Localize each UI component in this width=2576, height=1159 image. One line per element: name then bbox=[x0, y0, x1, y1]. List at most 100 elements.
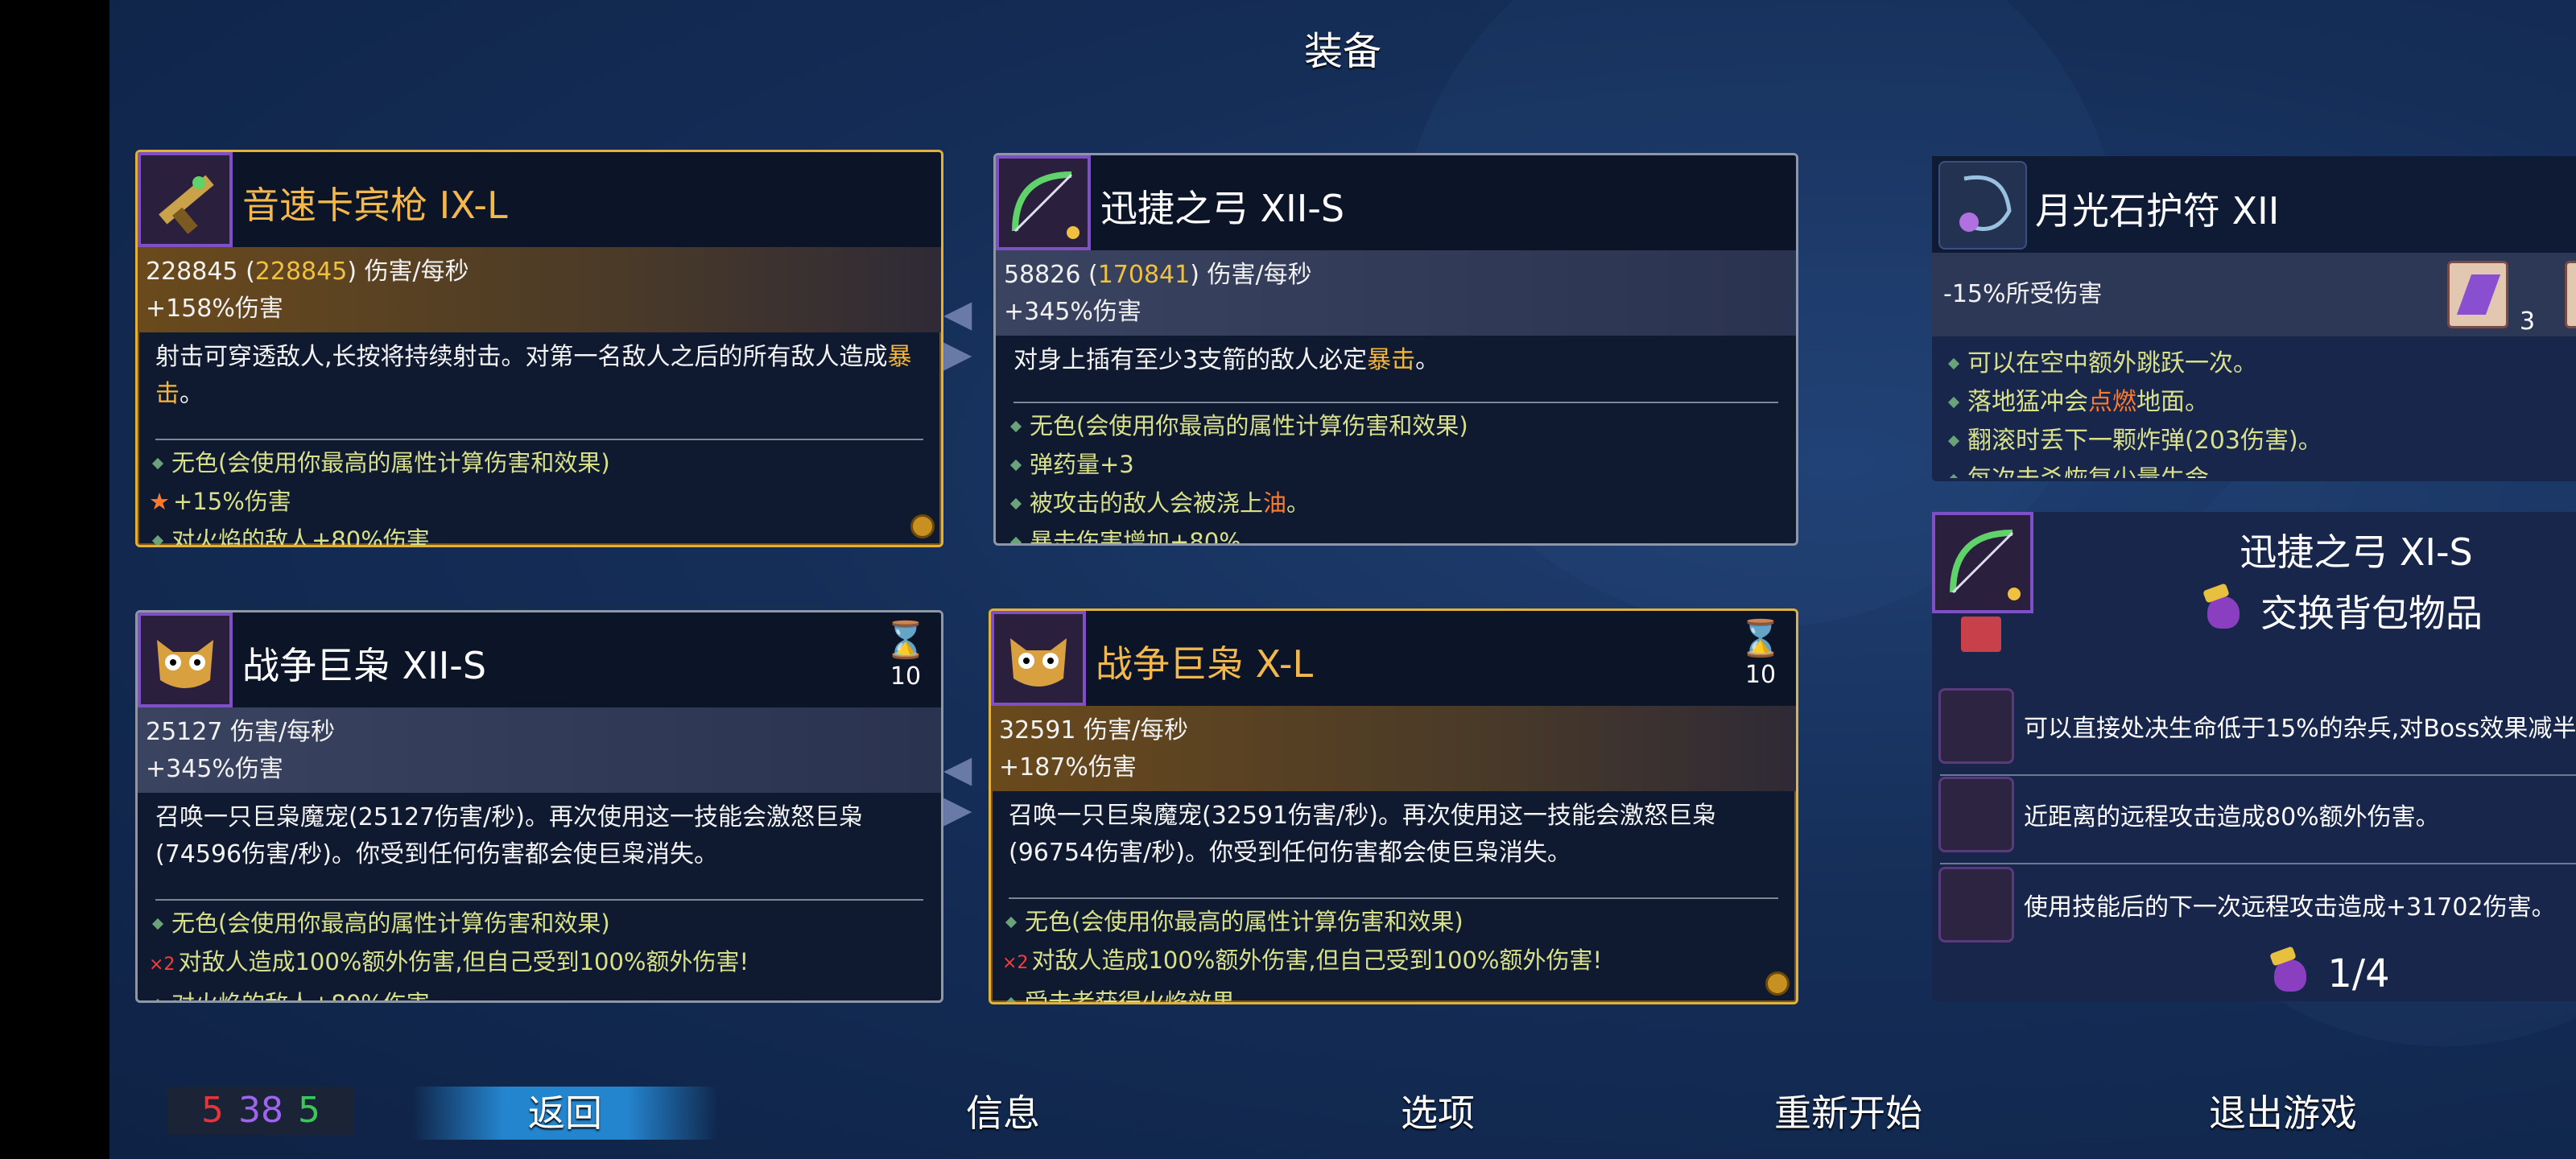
skill-description: 召唤一只巨枭魔宠(32591伤害/秒)。再次使用这一技能会激怒巨枭 (96754… bbox=[1009, 798, 1788, 872]
amulet-modifiers: 可以在空中额外跳跃一次。 落地猛冲会点燃地面。 翻滚时丢下一颗炸弹(203伤害)… bbox=[1947, 344, 2322, 478]
quit-button[interactable]: 退出游戏 bbox=[2154, 1087, 2412, 1140]
damage-bonus: +345%伤害 bbox=[146, 755, 283, 783]
bullet-icon bbox=[1005, 916, 1018, 929]
weapon-card-secondary[interactable]: 迅捷之弓 XII-S 58826 (170841) 伤害/每秒 +345%伤害 … bbox=[993, 153, 1798, 546]
modifier: 翻滚时丢下一颗炸弹(203伤害)。 bbox=[1967, 427, 2322, 455]
weapon-description: 对身上插有至少3支箭的敌人必定暴击。 bbox=[1013, 342, 1788, 379]
backpack-skill-row: 使用技能后的下一次远程攻击造成+31702伤害。 bbox=[1932, 860, 2576, 950]
weapon-title: 迅捷之弓 XII-S bbox=[1100, 187, 1345, 230]
skill-card-secondary[interactable]: 战争巨枭 X-L ⌛ 10 32591 伤害/每秒 +187%伤害 召唤一只巨枭… bbox=[989, 608, 1798, 1004]
damage-bonus: +158%伤害 bbox=[146, 295, 283, 323]
legendary-gem-icon bbox=[1765, 971, 1790, 996]
description-text: 对身上插有至少3支箭的敌人必定 bbox=[1013, 346, 1368, 374]
amulet-icon bbox=[1938, 161, 2027, 250]
backpack-skill-row: 可以直接处决生命低于15%的杂兵,对Boss效果减半。 bbox=[1932, 681, 2576, 771]
weapon-card-primary[interactable]: 音速卡宾枪 IX-L 228845 (228845) 伤害/每秒 +158%伤害… bbox=[135, 150, 943, 547]
weapon-stats: 228845 (228845) 伤害/每秒 +158%伤害 bbox=[138, 247, 941, 332]
amulet-card[interactable]: 月光石护符 XII -15%所受伤害 3 1 可以在空中额外跳跃一次。 落地猛冲… bbox=[1932, 156, 2576, 481]
arrow-left-icon: ◀ bbox=[943, 291, 972, 335]
skill-stats: 32591 伤害/每秒 +187%伤害 bbox=[991, 706, 1796, 791]
bow-icon bbox=[996, 155, 1091, 250]
bullet-icon bbox=[151, 457, 164, 470]
backpack-count-text: 1/4 bbox=[2327, 951, 2390, 996]
hourglass-icon: ⌛ bbox=[1738, 618, 1783, 659]
bullet-icon bbox=[1009, 536, 1022, 543]
description-line: (96754伤害/秒)。你受到任何伤害都会使巨枭消失。 bbox=[1009, 839, 1571, 867]
dps-unit: 伤害/每秒 bbox=[1207, 261, 1312, 289]
dps-max-value: 170841 bbox=[1097, 261, 1191, 289]
carbine-icon bbox=[138, 152, 233, 247]
skill-description: 召唤一只巨枭魔宠(25127伤害/秒)。再次使用这一技能会激怒巨枭 (74596… bbox=[155, 799, 933, 873]
bullet-icon bbox=[1005, 996, 1018, 1002]
modifier: 被攻击的敌人会被浇上 bbox=[1030, 489, 1264, 517]
modifier: 可以在空中额外跳跃一次。 bbox=[1967, 349, 2257, 377]
bullet-icon bbox=[151, 998, 164, 1000]
amulet-stat-text: -15%所受伤害 bbox=[1943, 280, 2103, 308]
scroll-stats: 5 38 5 bbox=[167, 1087, 354, 1135]
crit-keyword: 暴击 bbox=[1367, 346, 1416, 374]
description-end: 。 bbox=[180, 380, 204, 408]
weapon-description: 射击可穿透敌人,长按将持续射击。对第一名敌人之后的所有敌人造成暴击。 bbox=[155, 339, 933, 413]
bullet-icon bbox=[151, 918, 164, 930]
options-button[interactable]: 选项 bbox=[1317, 1087, 1558, 1140]
modifier: 对火焰的敌人+80%伤害 bbox=[171, 526, 430, 547]
backpack-skill-text: 近距离的远程攻击造成80%额外伤害。 bbox=[2024, 803, 2440, 831]
scroll-survival-icon bbox=[2565, 261, 2576, 328]
survival-stat: 5 bbox=[298, 1090, 320, 1131]
dps-value: 32591 bbox=[999, 716, 1076, 744]
scroll-tactics-icon bbox=[2447, 261, 2508, 328]
back-button[interactable]: 返回 bbox=[412, 1087, 718, 1140]
ignite-keyword: 点燃 bbox=[2088, 388, 2136, 416]
close-range-icon bbox=[1938, 777, 2014, 852]
bullet-icon bbox=[1947, 396, 1960, 409]
description-text: 射击可穿透敌人,长按将持续射击。对第一名敌人之后的所有敌人造成 bbox=[155, 343, 888, 371]
bullet-icon bbox=[1009, 497, 1022, 510]
amulet-stat: -15%所受伤害 3 1 bbox=[1932, 253, 2576, 336]
fist-icon bbox=[2269, 950, 2313, 998]
divider bbox=[155, 899, 923, 901]
double-damage-icon: ×2 bbox=[1002, 953, 1029, 973]
hourglass-icon: ⌛ bbox=[883, 620, 928, 661]
dps-value: 25127 bbox=[146, 718, 223, 746]
swap-arrows[interactable]: ◀ ▶ bbox=[943, 293, 1000, 373]
cooldown: ⌛ 10 bbox=[881, 619, 930, 691]
owl-icon bbox=[138, 612, 233, 707]
swap-backpack-button[interactable]: 交换背包物品 bbox=[2202, 584, 2483, 637]
star-icon: ★ bbox=[149, 488, 170, 515]
modifier: 对敌人造成100%额外伤害,但自己受到100%额外伤害! bbox=[1031, 947, 1603, 974]
info-button[interactable]: 信息 bbox=[882, 1087, 1124, 1140]
damage-bonus: +187%伤害 bbox=[999, 753, 1137, 782]
dps-unit: 伤害/每秒 bbox=[364, 258, 469, 286]
dps-max-value: 228845 bbox=[254, 258, 348, 286]
divider bbox=[1013, 402, 1778, 403]
tactics-stat: 38 bbox=[238, 1090, 283, 1131]
modifier: 地面。 bbox=[2136, 388, 2209, 416]
backpack-skill-text: 使用技能后的下一次远程攻击造成+31702伤害。 bbox=[2024, 893, 2556, 922]
backpack-skill-text: 可以直接处决生命低于15%的杂兵,对Boss效果减半。 bbox=[2024, 715, 2576, 743]
potion-icon bbox=[1938, 867, 2014, 942]
modifier: 弹药量+3 bbox=[1030, 451, 1134, 478]
skill-card-primary[interactable]: 战争巨枭 XII-S ⌛ 10 25127 伤害/每秒 +345%伤害 召唤一只… bbox=[135, 610, 943, 1003]
skill-stats: 25127 伤害/每秒 +345%伤害 bbox=[138, 707, 941, 793]
brutality-stat: 5 bbox=[201, 1090, 224, 1131]
modifier: 无色(会使用你最高的属性计算伤害和效果) bbox=[171, 909, 610, 937]
scroll-count: 3 bbox=[2520, 307, 2536, 336]
modifier: 无色(会使用你最高的属性计算伤害和效果) bbox=[1030, 412, 1468, 439]
skill-modifiers: 无色(会使用你最高的属性计算伤害和效果) ×2 对敌人造成100%额外伤害,但自己… bbox=[149, 904, 933, 1000]
description-line: (74596伤害/秒)。你受到任何伤害都会使巨枭消失。 bbox=[155, 840, 718, 868]
description-line: 召唤一只巨枭魔宠(32591伤害/秒)。再次使用这一技能会激怒巨枭 bbox=[1009, 802, 1716, 830]
modifier: 无色(会使用你最高的属性计算伤害和效果) bbox=[171, 449, 610, 476]
cooldown-value: 10 bbox=[1744, 661, 1777, 689]
skill-modifiers: 无色(会使用你最高的属性计算伤害和效果) ×2 对敌人造成100%额外伤害,但自己… bbox=[1002, 902, 1788, 1002]
weapon-modifiers: 无色(会使用你最高的属性计算伤害和效果) 弹药量+3 被攻击的敌人会被浇上油。 … bbox=[1007, 406, 1788, 543]
divider bbox=[1009, 897, 1778, 899]
owl-icon bbox=[991, 611, 1086, 706]
execute-icon bbox=[1938, 688, 2014, 764]
restart-button[interactable]: 重新开始 bbox=[1719, 1087, 1977, 1140]
skill-title: 战争巨枭 X-L bbox=[1096, 642, 1314, 686]
weapon-modifiers: 无色(会使用你最高的属性计算伤害和效果) ★ +15%伤害 对火焰的敌人+80%伤… bbox=[149, 443, 933, 547]
backpack-panel: 迅捷之弓 XI-S 交换背包物品 可以直接处决生命低于15%的杂兵,对Boss效… bbox=[1932, 512, 2576, 1001]
bullet-icon bbox=[1947, 435, 1960, 448]
dps-unit: 伤害/每秒 bbox=[229, 718, 336, 746]
dps-unit: 伤害/每秒 bbox=[1083, 716, 1189, 744]
